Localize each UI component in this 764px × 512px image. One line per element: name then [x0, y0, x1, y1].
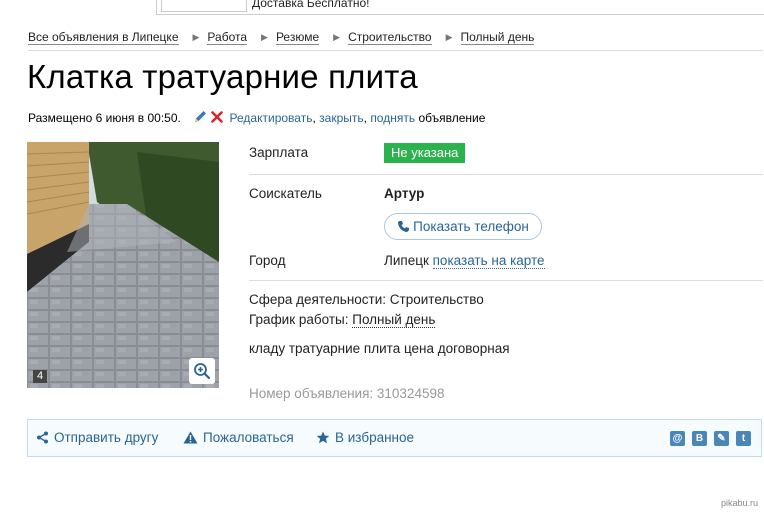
show-phone-label: Показать телефон — [413, 219, 529, 234]
mail-share-icon[interactable]: @ — [670, 431, 685, 446]
lj-share-icon[interactable]: ✎ — [714, 431, 729, 446]
report-label: Пожаловаться — [203, 430, 294, 445]
phone-icon — [398, 221, 410, 232]
sphere-label: Сфера деятельности: — [249, 292, 387, 307]
banner-text: Доставка Бесплатно! — [252, 0, 370, 10]
breadcrumb-work[interactable]: Работа — [207, 30, 248, 45]
applicant-label: Соискатель — [249, 186, 322, 201]
add-to-favorites-button[interactable]: В избранное — [316, 430, 414, 445]
action-bar: Отправить другу Пожаловаться В избранное… — [27, 419, 762, 457]
sphere-row: Сфера деятельности: Строительство — [249, 292, 484, 307]
breadcrumb-full-day[interactable]: Полный день — [460, 30, 535, 45]
close-link[interactable]: закрыть — [319, 111, 363, 125]
divider — [249, 174, 763, 175]
posted-comma: , — [363, 111, 367, 125]
schedule-label: График работы: — [249, 312, 349, 327]
posted-info: Размещено 6 июня в 00:50. Редактировать,… — [28, 110, 485, 126]
salary-badge: Не указана — [384, 143, 466, 163]
city-value: Липецк — [384, 253, 429, 268]
page-title: Клатка тратуарние плита — [27, 58, 418, 95]
share-icon — [37, 431, 48, 444]
divider — [249, 280, 763, 281]
breadcrumb-resume[interactable]: Резюме — [275, 30, 320, 45]
send-to-friend-label: Отправить другу — [54, 430, 159, 445]
star-icon — [316, 431, 330, 444]
breadcrumb-separator-icon: ▶ — [445, 32, 453, 42]
breadcrumb-separator-icon: ▶ — [333, 32, 341, 42]
report-button[interactable]: Пожаловаться — [183, 430, 294, 445]
paving-photo — [27, 142, 219, 388]
city-label: Город — [249, 253, 286, 268]
city-row: Липецк показать на карте — [384, 253, 545, 269]
breadcrumb-construction[interactable]: Строительство — [348, 30, 432, 45]
top-banner[interactable]: Доставка Бесплатно! — [156, 0, 764, 15]
twitter-share-icon[interactable]: t — [736, 431, 751, 446]
applicant-name: Артур — [384, 186, 425, 201]
photo-count: 4 — [33, 370, 48, 383]
ad-description: кладу тратуарние плита цена договорная — [249, 341, 510, 356]
breadcrumb-separator-icon: ▶ — [192, 32, 200, 42]
salary-label: Зарплата — [249, 145, 309, 160]
breadcrumb-separator-icon: ▶ — [261, 32, 268, 42]
posted-suffix: объявление — [418, 111, 486, 125]
posted-comma: , — [312, 111, 316, 125]
favorites-label: В избранное — [335, 430, 415, 445]
sphere-value: Строительство — [389, 292, 484, 307]
ad-photo[interactable]: 4 — [27, 142, 219, 388]
banner-thumbnail — [161, 0, 247, 12]
breadcrumb-all-ads[interactable]: Все объявления в Липецке — [28, 30, 179, 45]
show-on-map-link[interactable]: показать на карте — [432, 253, 545, 269]
breadcrumb: Все объявления в Липецке ▶ Работа ▶ Резюме ▶ С… — [28, 30, 535, 45]
divider — [28, 50, 763, 51]
raise-link[interactable]: поднять — [370, 111, 415, 125]
posted-date: Размещено 6 июня в 00:50. — [28, 111, 181, 125]
vk-share-icon[interactable]: B — [692, 431, 707, 446]
send-to-friend-button[interactable]: Отправить другу — [36, 430, 158, 445]
show-phone-button[interactable]: Показать телефон — [384, 213, 542, 240]
schedule-row: График работы: Полный день — [249, 312, 436, 328]
close-x-icon[interactable] — [211, 111, 224, 126]
pencil-icon[interactable] — [194, 110, 207, 126]
ad-number: Номер объявления: 310324598 — [249, 386, 445, 401]
warning-icon — [183, 431, 198, 444]
schedule-value[interactable]: Полный день — [352, 312, 436, 328]
zoom-icon[interactable] — [189, 358, 215, 384]
edit-link[interactable]: Редактировать — [230, 111, 313, 125]
watermark: pikabu.ru — [720, 498, 758, 508]
